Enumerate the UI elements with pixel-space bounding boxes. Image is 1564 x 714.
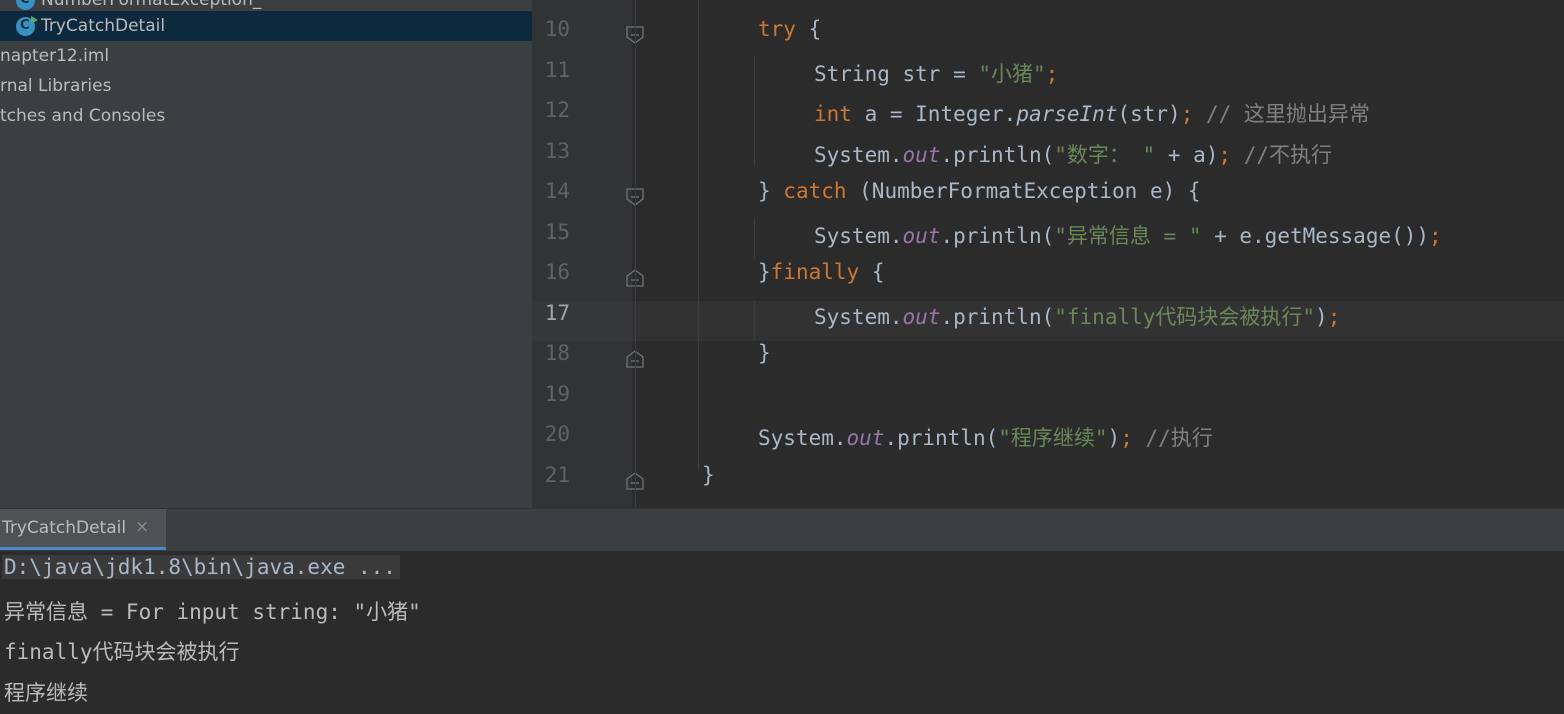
line-number: 18 — [544, 341, 570, 365]
line-number: 14 — [544, 179, 570, 203]
tree-item-module-iml[interactable]: napter12.iml — [0, 41, 109, 71]
line-number: 21 — [544, 462, 570, 487]
line-number: 12 — [544, 98, 570, 122]
code-token: "异常信息 = " — [1054, 223, 1202, 248]
code-line[interactable]: System.out.println("异常信息 = " + e.getMess… — [814, 220, 1442, 250]
tree-item-trycatchdetail[interactable]: C TryCatchDetail — [0, 11, 532, 41]
code-token: (str) — [1117, 102, 1181, 126]
line-number: 15 — [544, 219, 570, 244]
line-number: 13 — [544, 138, 570, 163]
code-line[interactable]: System.out.println("finally代码块会被执行"); — [814, 301, 1340, 331]
run-tab[interactable]: TryCatchDetail × — [0, 509, 166, 550]
code-token: String str = — [814, 61, 979, 86]
line-number: 10 — [544, 17, 570, 41]
line-number: 17 — [544, 300, 570, 325]
code-editor[interactable]: 10 try {11 String str = "小猪"; 12 int a = Int… — [532, 0, 1564, 508]
run-marker-icon — [31, 16, 38, 24]
code-token: ; — [1327, 304, 1341, 329]
code-token: ; — [1120, 426, 1133, 450]
code-token: + a) — [1155, 142, 1219, 167]
java-class-icon: C — [16, 0, 35, 10]
code-token: "程序继续" — [998, 426, 1108, 450]
code-token: ; — [1429, 223, 1442, 248]
code-line[interactable]: int a = Integer.parseInt(str); // 这里抛出异常 — [814, 98, 1370, 128]
code-line[interactable]: } — [702, 463, 715, 487]
code-token: ) — [1107, 426, 1121, 450]
code-token: } — [758, 341, 771, 365]
tree-item-label: rnal Libraries — [0, 76, 112, 96]
runnable-class-icon: C — [16, 16, 38, 36]
code-token: out — [902, 223, 941, 248]
code-line[interactable]: String str = "小猪"; — [814, 58, 1058, 88]
indent-guide — [754, 218, 755, 258]
code-line[interactable]: System.out.println("数字： " + a); //不执行 — [814, 139, 1332, 169]
project-panel: C NumberFormatException_ C TryCatchDetai… — [0, 0, 532, 508]
line-number: 11 — [544, 57, 570, 82]
code-token: } — [758, 260, 771, 284]
close-icon[interactable]: × — [135, 517, 149, 537]
tree-item-label: TryCatchDetail — [41, 16, 166, 36]
console-output-line: 程序继续 — [4, 681, 88, 705]
run-tabbar: TryCatchDetail × — [0, 508, 1564, 552]
code-token: ) — [1315, 304, 1328, 329]
code-token: { — [859, 260, 885, 284]
code-token: //执行 — [1132, 426, 1213, 450]
code-token: out — [902, 304, 941, 329]
code-token: // 这里抛出异常 — [1193, 102, 1370, 126]
code-line[interactable]: }finally { — [758, 260, 884, 284]
code-token: { — [795, 17, 822, 41]
code-token: //不执行 — [1231, 142, 1332, 167]
code-token: "小猪" — [978, 61, 1046, 86]
code-line[interactable]: } — [758, 341, 771, 365]
code-token: finally — [770, 260, 860, 284]
code-token: "数字： " — [1054, 142, 1156, 167]
run-console[interactable]: D:\java\jdk1.8\bin\java.exe ... 异常信息 = F… — [0, 551, 1564, 714]
line-number: 16 — [544, 260, 570, 284]
line-number: 20 — [544, 422, 570, 446]
gutter-divider — [635, 0, 636, 508]
indent-guide — [698, 0, 699, 470]
code-token: } — [702, 462, 715, 487]
code-token: .println( — [940, 142, 1055, 167]
code-token: ; — [1180, 102, 1194, 126]
code-token: (NumberFormatException e) { — [846, 179, 1201, 203]
code-token: .println( — [884, 426, 999, 450]
line-number: 19 — [544, 381, 570, 406]
tree-item-label: napter12.iml — [0, 46, 110, 66]
code-line[interactable]: } catch (NumberFormatException e) { — [758, 179, 1201, 203]
code-token: System. — [758, 426, 847, 450]
code-token: System. — [814, 223, 903, 248]
code-token: int — [814, 102, 852, 126]
code-token: catch — [783, 179, 847, 203]
code-token: a = Integer. — [851, 102, 1017, 126]
code-line[interactable]: try { — [758, 17, 821, 41]
code-token: System. — [814, 304, 903, 329]
tree-item-external-libraries[interactable]: rnal Libraries — [0, 71, 111, 101]
code-token: out — [846, 426, 885, 450]
code-token: System. — [814, 142, 903, 167]
indent-guide — [754, 56, 755, 166]
code-token: try — [758, 17, 796, 41]
code-token: } — [758, 179, 784, 203]
run-tab-label: TryCatchDetail — [2, 518, 127, 538]
tree-item-scratches-consoles[interactable]: tches and Consoles — [0, 101, 165, 131]
console-command-line[interactable]: D:\java\jdk1.8\bin\java.exe ... — [2, 555, 400, 579]
code-token: ; — [1218, 142, 1232, 167]
code-line[interactable]: System.out.println("程序继续"); //执行 — [758, 422, 1213, 452]
code-token: parseInt — [1016, 102, 1118, 126]
code-token: ; — [1045, 61, 1059, 86]
code-token: .println( — [940, 304, 1055, 329]
console-output-line: finally代码块会被执行 — [4, 640, 240, 664]
tree-item-label: tches and Consoles — [0, 106, 166, 126]
code-token: "finally代码块会被执行" — [1054, 304, 1316, 329]
code-token: .println( — [940, 223, 1055, 248]
indent-guide — [754, 300, 755, 340]
code-token: + e.getMessage()) — [1201, 223, 1430, 248]
console-output-line: 异常信息 = For input string: "小猪" — [4, 600, 421, 624]
code-token: out — [902, 142, 941, 167]
